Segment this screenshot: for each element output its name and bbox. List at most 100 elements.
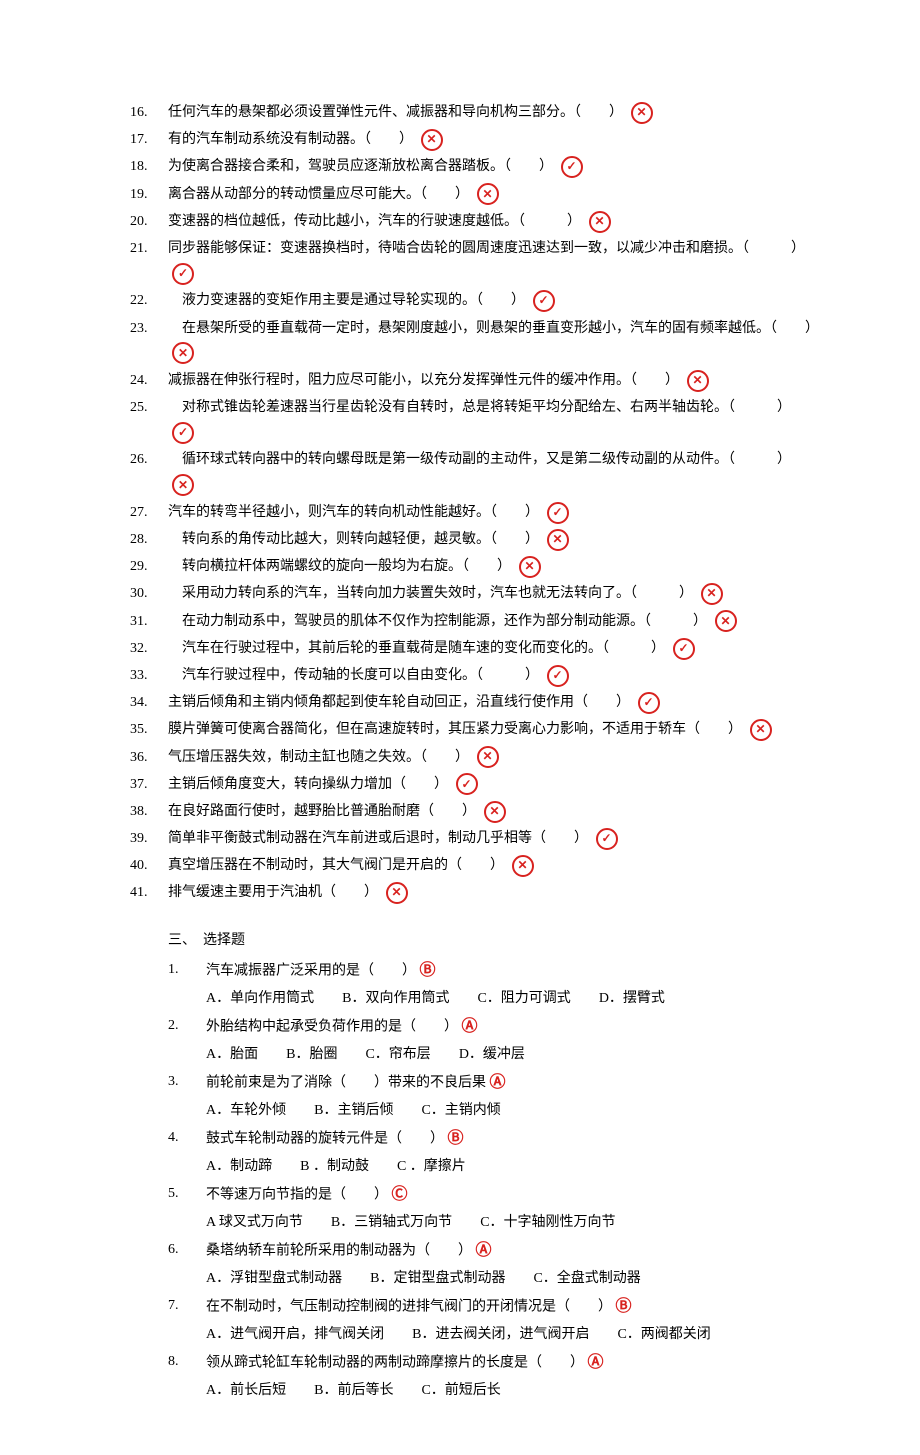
judgement-item: 38.在良好路面行使时，越野胎比普通胎耐磨（ ） ✕	[130, 799, 820, 824]
judgement-item: 36.气压增压器失效，制动主缸也随之失效。（ ） ✕	[130, 745, 820, 770]
judgement-item: 16.任何汽车的悬架都必须设置弹性元件、减振器和导向机构三部分。（ ） ✕	[130, 100, 820, 125]
mc-options: A．浮钳型盘式制动器B．定钳型盘式制动器C．全盘式制动器	[168, 1266, 820, 1291]
question-number: 6.	[168, 1237, 206, 1262]
mc-option: A．制动蹄	[206, 1154, 272, 1179]
mark-wrong-icon: ✕	[484, 801, 506, 823]
mc-option: B．胎圈	[286, 1042, 337, 1067]
question-text: 在动力制动系中，驾驶员的肌体不仅作为控制能源，还作为部分制动能源。（ ） ✕	[168, 609, 820, 634]
question-number: 33.	[130, 663, 168, 688]
question-number: 32.	[130, 636, 168, 661]
mc-options: A．车轮外倾 B．主销后倾 C．主销内倾	[168, 1098, 820, 1123]
question-text: 减振器在伸张行程时，阻力应尽可能小，以充分发挥弹性元件的缓冲作用。（ ） ✕	[168, 368, 820, 393]
question-text: 同步器能够保证：变速器换档时，待啮合齿轮的圆周速度迅速达到一致，以减少冲击和磨损…	[168, 236, 820, 286]
mark-correct-icon: ✓	[673, 638, 695, 660]
mc-option: A．单向作用筒式	[206, 986, 314, 1011]
mc-option: C．前短后长	[421, 1378, 500, 1403]
mc-item: 8.领从蹄式轮缸车轮制动器的两制动蹄摩擦片的长度是（ ） Ⓐ	[168, 1349, 820, 1378]
mc-options: A．制动蹄B ．制动鼓C ．摩擦片	[168, 1154, 820, 1179]
question-text: 对称式锥齿轮差速器当行星齿轮没有自转时，总是将转矩平均分配给左、右两半轴齿轮。（…	[168, 395, 820, 445]
mc-option: C．主销内倾	[421, 1098, 500, 1123]
mc-option: D．摆臂式	[599, 986, 665, 1011]
question-number: 5.	[168, 1181, 206, 1206]
mc-option: B．前后等长	[314, 1378, 393, 1403]
mark-wrong-icon: ✕	[386, 882, 408, 904]
answer-mark: Ⓑ	[616, 1298, 632, 1315]
answer-mark: Ⓐ	[588, 1354, 604, 1371]
question-text: 有的汽车制动系统没有制动器。（ ） ✕	[168, 127, 820, 152]
question-number: 4.	[168, 1125, 206, 1150]
mc-option: A 球叉式万向节	[206, 1210, 303, 1235]
question-text: 转向横拉杆体两端螺纹的旋向一般均为右旋。（ ） ✕	[168, 554, 820, 579]
judgement-item: 37.主销后倾角度变大，转向操纵力增加（ ） ✓	[130, 772, 820, 797]
judgement-item: 31. 在动力制动系中，驾驶员的肌体不仅作为控制能源，还作为部分制动能源。（ ）…	[130, 609, 820, 634]
judgement-item: 41.排气缓速主要用于汽油机（ ） ✕	[130, 880, 820, 905]
question-number: 39.	[130, 826, 168, 851]
mc-option: C．帘布层	[365, 1042, 430, 1067]
question-text: 循环球式转向器中的转向螺母既是第一级传动副的主动件，又是第二级传动副的从动件。（…	[168, 447, 820, 497]
judgement-item: 25. 对称式锥齿轮差速器当行星齿轮没有自转时，总是将转矩平均分配给左、右两半轴…	[130, 395, 820, 445]
question-text: 汽车的转弯半径越小，则汽车的转向机动性能越好。（ ） ✓	[168, 500, 820, 525]
mc-options: A．进气阀开启，排气阀关闭B．进去阀关闭，进气阀开启C．两阀都关闭	[168, 1322, 820, 1347]
mc-option: B．三销轴式万向节	[331, 1210, 452, 1235]
mc-item: 6.桑塔纳轿车前轮所采用的制动器为（ ） Ⓐ	[168, 1237, 820, 1266]
question-number: 26.	[130, 447, 168, 472]
mc-option: A．胎面	[206, 1042, 258, 1067]
judgement-item: 40.真空增压器在不制动时，其大气阀门是开启的（ ） ✕	[130, 853, 820, 878]
judgement-item: 21.同步器能够保证：变速器换档时，待啮合齿轮的圆周速度迅速达到一致，以减少冲击…	[130, 236, 820, 286]
mark-wrong-icon: ✕	[519, 556, 541, 578]
mc-item: 3.前轮前束是为了消除（ ）带来的不良后果 Ⓐ	[168, 1069, 820, 1098]
question-number: 28.	[130, 527, 168, 552]
question-number: 16.	[130, 100, 168, 125]
mark-wrong-icon: ✕	[715, 610, 737, 632]
question-text: 主销后倾角和主销内倾角都起到使车轮自动回正，沿直线行使作用（ ） ✓	[168, 690, 820, 715]
question-number: 2.	[168, 1013, 206, 1038]
question-number: 31.	[130, 609, 168, 634]
mc-option: C ．摩擦片	[397, 1154, 466, 1179]
question-number: 27.	[130, 500, 168, 525]
answer-mark: Ⓑ	[448, 1130, 464, 1147]
question-number: 7.	[168, 1293, 206, 1318]
mark-wrong-icon: ✕	[750, 719, 772, 741]
question-text: 汽车在行驶过程中，其前后轮的垂直载荷是随车速的变化而变化的。（ ） ✓	[168, 636, 820, 661]
judgement-item: 20.变速器的档位越低，传动比越小，汽车的行驶速度越低。（ ） ✕	[130, 209, 820, 234]
judgement-item: 39.简单非平衡鼓式制动器在汽车前进或后退时，制动几乎相等（ ） ✓	[130, 826, 820, 851]
question-text: 汽车行驶过程中，传动轴的长度可以自由变化。（ ） ✓	[168, 663, 820, 688]
mark-correct-icon: ✓	[172, 263, 194, 285]
mark-wrong-icon: ✕	[172, 474, 194, 496]
question-text: 外胎结构中起承受负荷作用的是（ ） Ⓐ	[206, 1013, 820, 1042]
mc-option: B．主销后倾	[314, 1098, 393, 1123]
question-number: 22.	[130, 288, 168, 313]
question-number: 18.	[130, 154, 168, 179]
judgement-item: 28. 转向系的角传动比越大，则转向越轻便，越灵敏。（ ） ✕	[130, 527, 820, 552]
question-text: 不等速万向节指的是（ ） Ⓒ	[206, 1181, 820, 1210]
mark-wrong-icon: ✕	[631, 102, 653, 124]
question-text: 主销后倾角度变大，转向操纵力增加（ ） ✓	[168, 772, 820, 797]
question-number: 40.	[130, 853, 168, 878]
mark-wrong-icon: ✕	[172, 342, 194, 364]
mc-item: 7.在不制动时，气压制动控制阀的进排气阀门的开闭情况是（ ） Ⓑ	[168, 1293, 820, 1322]
mc-option: B．双向作用筒式	[342, 986, 449, 1011]
mark-wrong-icon: ✕	[477, 183, 499, 205]
judgement-item: 19.离合器从动部分的转动惯量应尽可能大。（ ） ✕	[130, 182, 820, 207]
question-text: 领从蹄式轮缸车轮制动器的两制动蹄摩擦片的长度是（ ） Ⓐ	[206, 1349, 820, 1378]
judgement-item: 26. 循环球式转向器中的转向螺母既是第一级传动副的主动件，又是第二级传动副的从…	[130, 447, 820, 497]
question-number: 8.	[168, 1349, 206, 1374]
mc-option: B．定钳型盘式制动器	[370, 1266, 505, 1291]
question-text: 在良好路面行使时，越野胎比普通胎耐磨（ ） ✕	[168, 799, 820, 824]
question-number: 20.	[130, 209, 168, 234]
question-text: 采用动力转向系的汽车，当转向加力装置失效时，汽车也就无法转向了。（ ） ✕	[168, 581, 820, 606]
question-text: 在悬架所受的垂直载荷一定时，悬架刚度越小，则悬架的垂直变形越小，汽车的固有频率越…	[168, 316, 820, 366]
mark-correct-icon: ✓	[596, 828, 618, 850]
question-number: 24.	[130, 368, 168, 393]
question-text: 排气缓速主要用于汽油机（ ） ✕	[168, 880, 820, 905]
mark-correct-icon: ✓	[638, 692, 660, 714]
question-text: 在不制动时，气压制动控制阀的进排气阀门的开闭情况是（ ） Ⓑ	[206, 1293, 820, 1322]
mc-option: A．车轮外倾	[206, 1098, 286, 1123]
question-text: 汽车减振器广泛采用的是（ ） Ⓑ	[206, 957, 820, 986]
question-number: 37.	[130, 772, 168, 797]
mc-item: 2.外胎结构中起承受负荷作用的是（ ） Ⓐ	[168, 1013, 820, 1042]
mark-correct-icon: ✓	[547, 502, 569, 524]
mc-option: C．阻力可调式	[477, 986, 570, 1011]
question-number: 41.	[130, 880, 168, 905]
question-number: 25.	[130, 395, 168, 420]
